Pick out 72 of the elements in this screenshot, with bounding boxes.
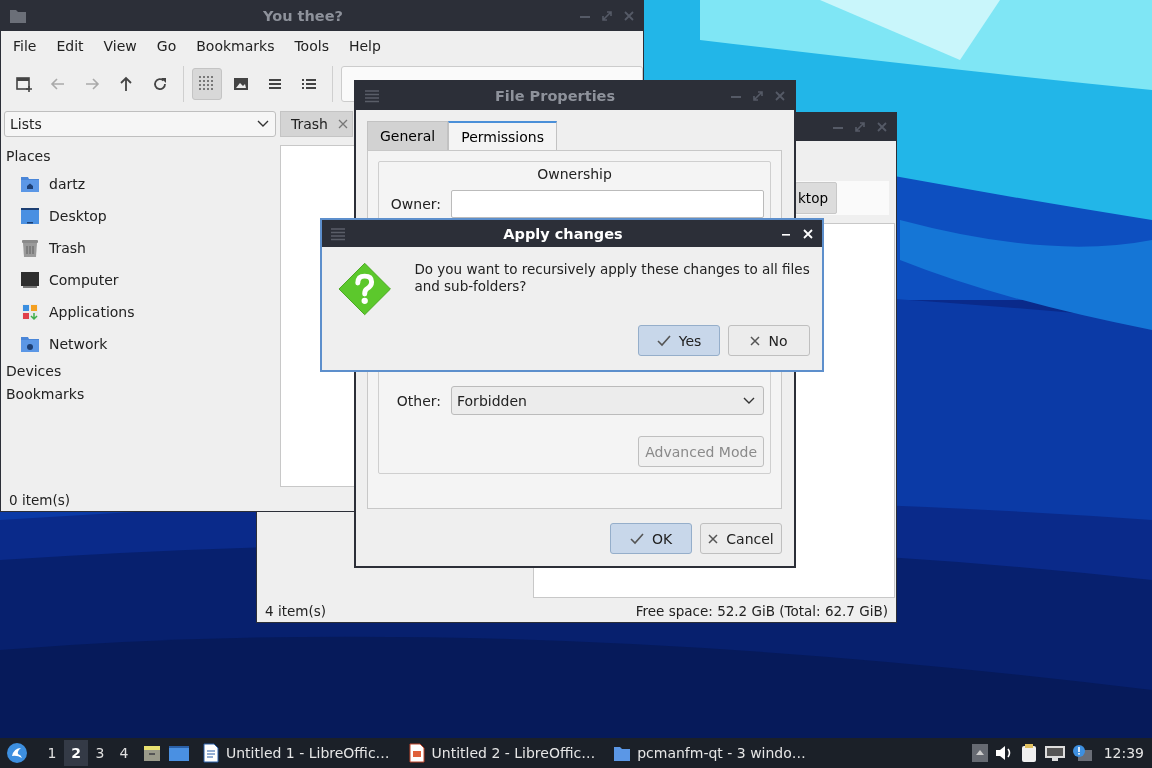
network-icon[interactable]: [1043, 744, 1066, 762]
status-text: 0 item(s): [9, 492, 70, 508]
close-icon: [750, 335, 761, 346]
sidebar-item[interactable]: Applications: [4, 296, 280, 328]
desktop-switch[interactable]: 1: [40, 740, 64, 766]
menu-item[interactable]: Help: [340, 38, 389, 54]
desktop-switch[interactable]: 3: [88, 740, 112, 766]
file-cabinet-icon[interactable]: [142, 743, 162, 763]
apps-icon: [20, 302, 40, 322]
ok-button[interactable]: OK: [610, 523, 692, 554]
presentation-icon: [407, 743, 426, 763]
chevron-down-icon: [743, 396, 755, 405]
cancel-button[interactable]: Cancel: [700, 523, 782, 554]
taskbar-task[interactable]: Untitled 2 - LibreOffic…: [401, 739, 602, 767]
folder-tab[interactable]: Trash: [280, 111, 353, 137]
sidebar-item[interactable]: Network: [4, 328, 280, 360]
menu-item[interactable]: Tools: [286, 38, 337, 54]
trash-icon: [20, 238, 40, 258]
menu-item[interactable]: Edit: [48, 38, 92, 54]
taskbar-task[interactable]: pcmanfm-qt - 3 windo…: [607, 739, 812, 767]
sidebar-item[interactable]: Trash: [4, 232, 280, 264]
tray-expand-icon[interactable]: [971, 744, 988, 762]
clipboard-icon[interactable]: [1019, 743, 1038, 763]
grid-icon: [198, 75, 216, 93]
check-icon: [629, 532, 644, 545]
taskbar-task[interactable]: Untitled 1 - LibreOffic…: [196, 739, 396, 767]
other-dropdown[interactable]: Forbidden: [451, 386, 764, 415]
field-label: Other:: [395, 392, 441, 409]
sidebar-section[interactable]: Bookmarks: [4, 383, 280, 406]
folder-icon: [9, 8, 27, 24]
close-icon: [708, 533, 719, 544]
menu-item[interactable]: Bookmarks: [188, 38, 283, 54]
notification-icon[interactable]: [1071, 744, 1092, 762]
check-icon: [656, 334, 671, 347]
no-button[interactable]: No: [728, 325, 810, 356]
tab[interactable]: General: [367, 121, 449, 150]
window-title: Apply changes: [502, 225, 624, 242]
free-space-text: Free space: 52.2 GiB (Total: 62.7 GiB): [635, 603, 888, 619]
field-label: Owner:: [389, 196, 441, 212]
start-menu-icon[interactable]: [6, 742, 28, 764]
desktop-icon[interactable]: [168, 743, 190, 763]
status-text: 4 item(s): [265, 603, 326, 619]
side-pane-dropdown[interactable]: Lists: [4, 111, 276, 137]
sidebar-item[interactable]: Desktop: [4, 200, 280, 232]
document-icon: [202, 743, 220, 763]
window-title: File Properties: [493, 88, 617, 104]
window-title: You thee?: [262, 8, 344, 24]
menu-item[interactable]: View: [95, 38, 145, 54]
menu-item[interactable]: Go: [148, 38, 185, 54]
desktop-switch[interactable]: 2: [64, 740, 88, 766]
reload-icon: [151, 75, 169, 93]
sidebar-section[interactable]: Devices: [4, 360, 280, 383]
image-icon: [232, 75, 250, 93]
network-folder-icon: [20, 334, 40, 354]
clock: 12:39: [1103, 745, 1144, 761]
message-text: Do you want to recursively apply these changes to all files and sub-folders?: [414, 261, 810, 295]
sidebar-item[interactable]: Computer: [4, 264, 280, 296]
question-icon: [337, 261, 393, 317]
sidebar-item[interactable]: dartz: [4, 168, 280, 200]
tab[interactable]: Permissions: [448, 121, 557, 150]
menu-item[interactable]: File: [5, 38, 45, 54]
monitor-icon: [20, 270, 40, 290]
sidebar-section[interactable]: Places: [4, 145, 280, 168]
path-button[interactable]: ktop: [795, 182, 837, 214]
owner-field[interactable]: [451, 190, 764, 218]
desktop-icon: [20, 206, 40, 226]
home-folder-icon: [20, 174, 40, 194]
chevron-down-icon: [257, 120, 269, 128]
desktop-switch[interactable]: 4: [112, 740, 136, 766]
group-title: Ownership: [536, 166, 613, 184]
new-window-icon: [15, 75, 33, 93]
yes-button[interactable]: Yes: [638, 325, 720, 356]
